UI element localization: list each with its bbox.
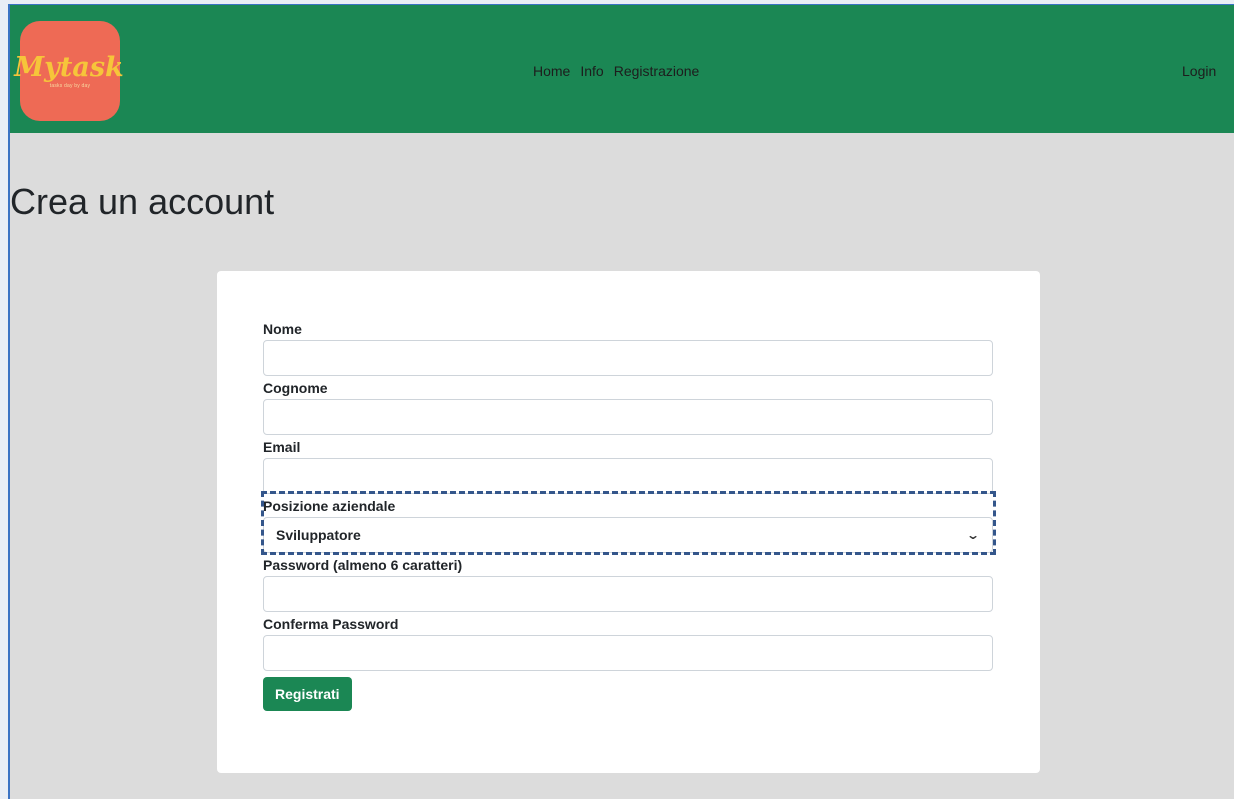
nav-links: Home Info Registrazione xyxy=(533,63,699,79)
email-input[interactable] xyxy=(263,458,993,494)
nav-link-login[interactable]: Login xyxy=(1182,63,1216,79)
nav-link-home[interactable]: Home xyxy=(533,63,570,79)
posizione-label: Posizione aziendale xyxy=(263,498,396,514)
cognome-label: Cognome xyxy=(263,380,328,396)
nome-input[interactable] xyxy=(263,340,993,376)
conferma-password-input[interactable] xyxy=(263,635,993,671)
nav-link-registrazione[interactable]: Registrazione xyxy=(614,63,700,79)
page-title: Crea un account xyxy=(10,181,275,222)
password-label: Password (almeno 6 caratteri) xyxy=(263,557,463,573)
chevron-down-icon: ⌄ xyxy=(965,528,981,542)
navbar: Mytask tasks day by day Home Info Regist… xyxy=(10,5,1234,133)
conferma-password-label: Conferma Password xyxy=(263,616,399,632)
posizione-select[interactable]: Sviluppatore ⌄ xyxy=(263,517,993,553)
posizione-group: Posizione aziendale Sviluppatore ⌄ xyxy=(261,491,996,555)
logo-text: Mytask xyxy=(14,51,124,83)
cognome-input[interactable] xyxy=(263,399,993,435)
registration-form: Nome Cognome Email Posizione aziendale S… xyxy=(261,319,996,711)
registrati-button[interactable]: Registrati xyxy=(263,677,352,711)
nome-label: Nome xyxy=(263,321,302,337)
browser-viewport: Mytask tasks day by day Home Info Regist… xyxy=(8,4,1234,799)
password-input[interactable] xyxy=(263,576,993,612)
registration-card: Nome Cognome Email Posizione aziendale S… xyxy=(217,271,1040,773)
nav-link-info[interactable]: Info xyxy=(580,63,603,79)
logo[interactable]: Mytask tasks day by day xyxy=(14,21,124,121)
email-label: Email xyxy=(263,439,301,455)
logo-tagline: tasks day by day xyxy=(49,82,91,89)
posizione-value: Sviluppatore xyxy=(276,527,361,543)
